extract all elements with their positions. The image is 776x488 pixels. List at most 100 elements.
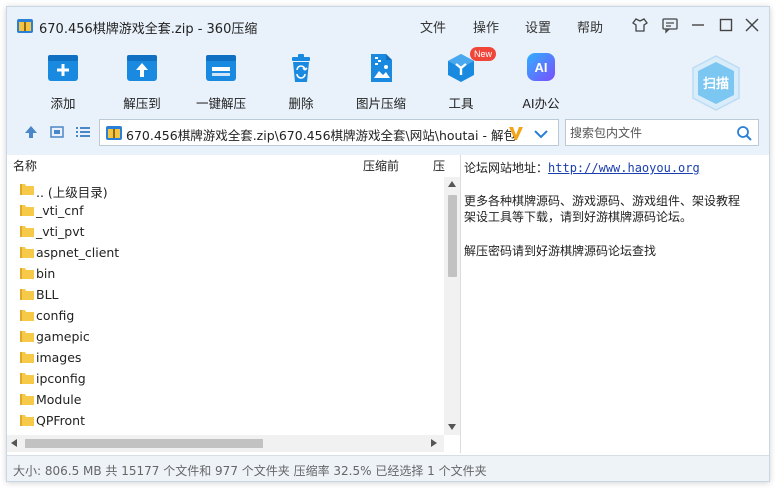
scroll-down-icon[interactable] xyxy=(448,424,456,430)
list-item[interactable]: images xyxy=(7,347,443,368)
zip-app-icon xyxy=(17,19,33,33)
chevron-down-icon[interactable] xyxy=(534,129,548,139)
column-name[interactable]: 名称 xyxy=(13,155,37,177)
list-item-name: _vti_cnf xyxy=(36,203,84,218)
folder-icon xyxy=(20,289,34,300)
maximize-icon[interactable] xyxy=(717,16,735,34)
list-item[interactable]: Module xyxy=(7,389,443,410)
window-title: 670.456棋牌游戏全套.zip - 360压缩 xyxy=(39,22,258,37)
ai-icon: AI xyxy=(527,53,555,81)
list-item-name: gamepic xyxy=(36,329,90,344)
image-compress-icon xyxy=(371,54,392,82)
forum-link[interactable]: http://www.haoyou.org xyxy=(548,161,700,175)
image-compress-button[interactable]: 图片压缩 xyxy=(344,53,418,113)
menu-settings[interactable]: 设置 xyxy=(525,17,551,36)
comment-line-2: 更多各种棋牌源码、游戏源码、游戏组件、架设教程 xyxy=(464,194,741,208)
folder-icon xyxy=(20,268,34,279)
menu-operation[interactable]: 操作 xyxy=(473,17,499,36)
one-click-extract-button[interactable]: 一键解压 xyxy=(184,53,258,113)
list-item-name: .. (上级目录) xyxy=(36,185,108,200)
list-item[interactable]: BLL xyxy=(7,284,443,305)
vertical-scroll-thumb[interactable] xyxy=(448,195,457,277)
file-list-pane: 名称 压缩前 压 .. (上级目录) _vti_cnf _vti_pvtaspnet… xyxy=(7,155,461,453)
list-item-name: bin xyxy=(36,266,56,281)
address-bar[interactable]: 670.456棋牌游戏全套.zip\670.456棋牌游戏全套\网站\houta… xyxy=(99,119,559,146)
scan-button[interactable]: 扫描 xyxy=(691,55,741,111)
scroll-right-icon[interactable] xyxy=(431,439,437,447)
folder-icon xyxy=(20,394,34,405)
vertical-scrollbar[interactable] xyxy=(444,177,460,435)
horizontal-scrollbar[interactable] xyxy=(7,435,444,452)
extract-to-label: 解压到 xyxy=(123,96,161,111)
address-path: 670.456棋牌游戏全套.zip\670.456棋牌游戏全套\网站\houta… xyxy=(126,128,516,143)
close-icon[interactable] xyxy=(743,16,761,34)
list-item-name: BLL xyxy=(36,287,59,302)
folder-icon xyxy=(20,415,34,426)
list-item-name: config xyxy=(36,308,75,323)
extract-to-button[interactable]: 解压到 xyxy=(105,53,179,113)
list-item-name: Module xyxy=(36,392,82,407)
folder-icon xyxy=(20,310,34,321)
forum-label: 论坛网站地址： xyxy=(464,161,549,175)
ai-office-label: AI办公 xyxy=(522,96,560,111)
comment-line-4: 解压密码请到好游棋牌源码论坛查找 xyxy=(464,244,657,258)
new-badge: New xyxy=(470,47,496,61)
folder-icon xyxy=(20,352,34,363)
image-compress-label: 图片压缩 xyxy=(355,96,406,111)
list-view-icon[interactable] xyxy=(75,124,91,140)
list-item[interactable]: config xyxy=(7,305,443,326)
list-item[interactable]: aspnet_client xyxy=(7,242,443,263)
comment-line-3: 架设工具等下载，请到好游棋牌源码论坛。 xyxy=(464,210,693,224)
add-label: 添加 xyxy=(50,96,76,111)
list-item[interactable]: QPFront xyxy=(7,410,443,431)
trash-icon xyxy=(292,54,310,82)
thumbnail-view-icon[interactable] xyxy=(49,124,65,140)
folder-icon xyxy=(20,184,34,195)
search-box xyxy=(565,119,759,146)
column-compressed-size[interactable]: 压 xyxy=(433,155,445,177)
menu-file[interactable]: 文件 xyxy=(420,17,446,36)
folder-icon xyxy=(20,247,34,258)
list-item[interactable]: .. (上级目录) xyxy=(7,179,443,200)
list-item-name: _vti_pvt xyxy=(36,224,85,239)
list-item[interactable]: ipconfig xyxy=(7,368,443,389)
extract-to-icon xyxy=(127,55,157,81)
folder-icon xyxy=(20,205,34,216)
tools-button[interactable]: New 工具 xyxy=(424,47,498,113)
ai-office-button[interactable]: AI AI办公 xyxy=(504,53,578,113)
list-item[interactable]: gamepic xyxy=(7,326,443,347)
minimize-icon[interactable] xyxy=(689,16,707,34)
search-input[interactable] xyxy=(570,124,730,142)
delete-button[interactable]: 删除 xyxy=(264,53,338,113)
scan-label: 扫描 xyxy=(703,76,729,92)
horizontal-scroll-thumb[interactable] xyxy=(25,439,263,448)
status-text: 大小: 806.5 MB 共 15177 个文件和 977 个文件夹 压缩率 3… xyxy=(13,464,487,478)
menu-help[interactable]: 帮助 xyxy=(577,17,603,36)
list-item[interactable]: _vti_pvt xyxy=(7,221,443,242)
list-item-name: aspnet_client xyxy=(36,245,120,260)
status-bar: 大小: 806.5 MB 共 15177 个文件和 977 个文件夹 压缩率 3… xyxy=(7,455,769,481)
list-item[interactable]: _vti_cnf xyxy=(7,200,443,221)
title-bar: 670.456棋牌游戏全套.zip - 360压缩 文件 操作 设置 帮助 xyxy=(7,7,769,43)
add-button[interactable]: 添加 xyxy=(26,53,100,113)
skin-icon[interactable] xyxy=(631,16,649,34)
delete-label: 删除 xyxy=(288,96,314,111)
forum-line: 论坛网站地址：http://www.haoyou.org xyxy=(464,159,700,176)
column-original-size[interactable]: 压缩前 xyxy=(363,155,399,177)
scroll-up-icon[interactable] xyxy=(448,181,456,187)
one-click-extract-label: 一键解压 xyxy=(195,96,246,111)
ai-icon-text: AI xyxy=(535,60,548,75)
feedback-icon[interactable] xyxy=(661,16,679,34)
search-icon[interactable] xyxy=(736,125,752,141)
list-item[interactable]: bin xyxy=(7,263,443,284)
comment-pane: 论坛网站地址：http://www.haoyou.org 更多各种棋牌源码、游戏… xyxy=(462,155,769,453)
list-item-name: QPFront xyxy=(36,413,85,428)
scroll-left-icon[interactable] xyxy=(11,439,17,447)
up-arrow-icon[interactable] xyxy=(23,124,39,140)
one-click-extract-icon xyxy=(206,55,236,81)
v-logo-icon[interactable] xyxy=(508,125,524,141)
app-window: 670.456棋牌游戏全套.zip - 360压缩 文件 操作 设置 帮助 添加… xyxy=(6,6,770,482)
list-item-name: ipconfig xyxy=(36,371,86,386)
add-icon xyxy=(48,55,78,81)
tools-label: 工具 xyxy=(448,96,474,111)
